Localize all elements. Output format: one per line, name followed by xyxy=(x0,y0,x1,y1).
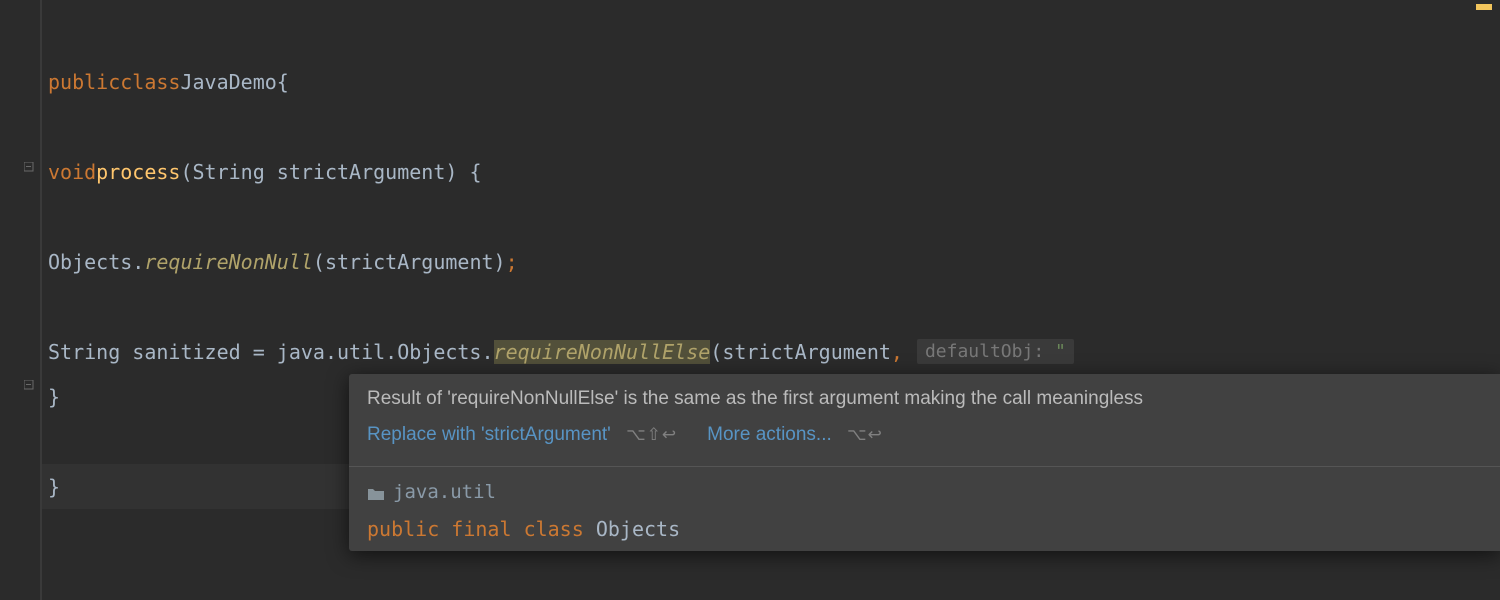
keyword-class: class xyxy=(524,517,584,541)
package-name: java.util xyxy=(393,481,496,503)
fold-icon[interactable] xyxy=(22,378,36,392)
statement-prefix: String sanitized = java.util.Objects. xyxy=(48,340,494,364)
quickfix-replace[interactable]: Replace with 'strictArgument' xyxy=(367,424,611,445)
brace: { xyxy=(277,70,289,94)
code-line[interactable]: String sanitized = java.util.Objects.req… xyxy=(42,329,1500,374)
folder-icon xyxy=(367,485,385,499)
warning-marker[interactable] xyxy=(1476,4,1492,10)
keyword-final: final xyxy=(451,517,511,541)
method-name: process xyxy=(96,160,180,184)
method-signature: (String strictArgument) { xyxy=(180,160,481,184)
shortcut-hint: ⌥⇧↩ xyxy=(626,425,677,444)
fold-icon[interactable] xyxy=(22,160,36,174)
inspection-message: Result of 'requireNonNullElse' is the sa… xyxy=(367,388,1482,410)
brace: } xyxy=(48,475,60,499)
keyword-void: void xyxy=(48,160,96,184)
hint-label: defaultObj: xyxy=(925,341,1044,362)
code-line[interactable]: public class JavaDemo { xyxy=(42,59,1500,104)
string-literal: " xyxy=(1055,341,1066,362)
shortcut-hint: ⌥↩ xyxy=(847,425,883,444)
call-args: (strictArgument xyxy=(710,340,891,364)
code-line[interactable] xyxy=(42,194,1500,239)
code-line[interactable] xyxy=(42,104,1500,149)
class-name: Objects xyxy=(596,517,680,541)
keyword-public: public xyxy=(48,70,120,94)
keyword-class: class xyxy=(120,70,180,94)
popup-divider xyxy=(349,466,1500,467)
more-actions-link[interactable]: More actions... xyxy=(707,424,832,445)
code-line[interactable] xyxy=(42,0,1500,14)
class-declaration: public final class Objects xyxy=(367,517,1482,541)
static-method: requireNonNull xyxy=(144,250,313,274)
code-line[interactable]: Objects.requireNonNull(strictArgument); xyxy=(42,239,1500,284)
package-info: java.util xyxy=(367,481,1482,503)
code-line[interactable]: void process(String strictArgument) { xyxy=(42,149,1500,194)
code-line[interactable] xyxy=(42,284,1500,329)
call-args: (strictArgument) xyxy=(313,250,506,274)
inspection-popup: Result of 'requireNonNullElse' is the sa… xyxy=(349,374,1500,551)
class-ref: Objects. xyxy=(48,250,144,274)
semicolon: ; xyxy=(506,250,518,274)
class-name: JavaDemo xyxy=(180,70,276,94)
comma: , xyxy=(891,340,903,364)
keyword-public: public xyxy=(367,517,439,541)
warning-method: requireNonNullElse xyxy=(494,340,711,364)
popup-actions: Replace with 'strictArgument' ⌥⇧↩ More a… xyxy=(367,424,1482,446)
parameter-hint: defaultObj: " xyxy=(917,339,1074,364)
code-line[interactable] xyxy=(42,14,1500,59)
gutter xyxy=(0,0,42,600)
brace: } xyxy=(48,385,60,409)
